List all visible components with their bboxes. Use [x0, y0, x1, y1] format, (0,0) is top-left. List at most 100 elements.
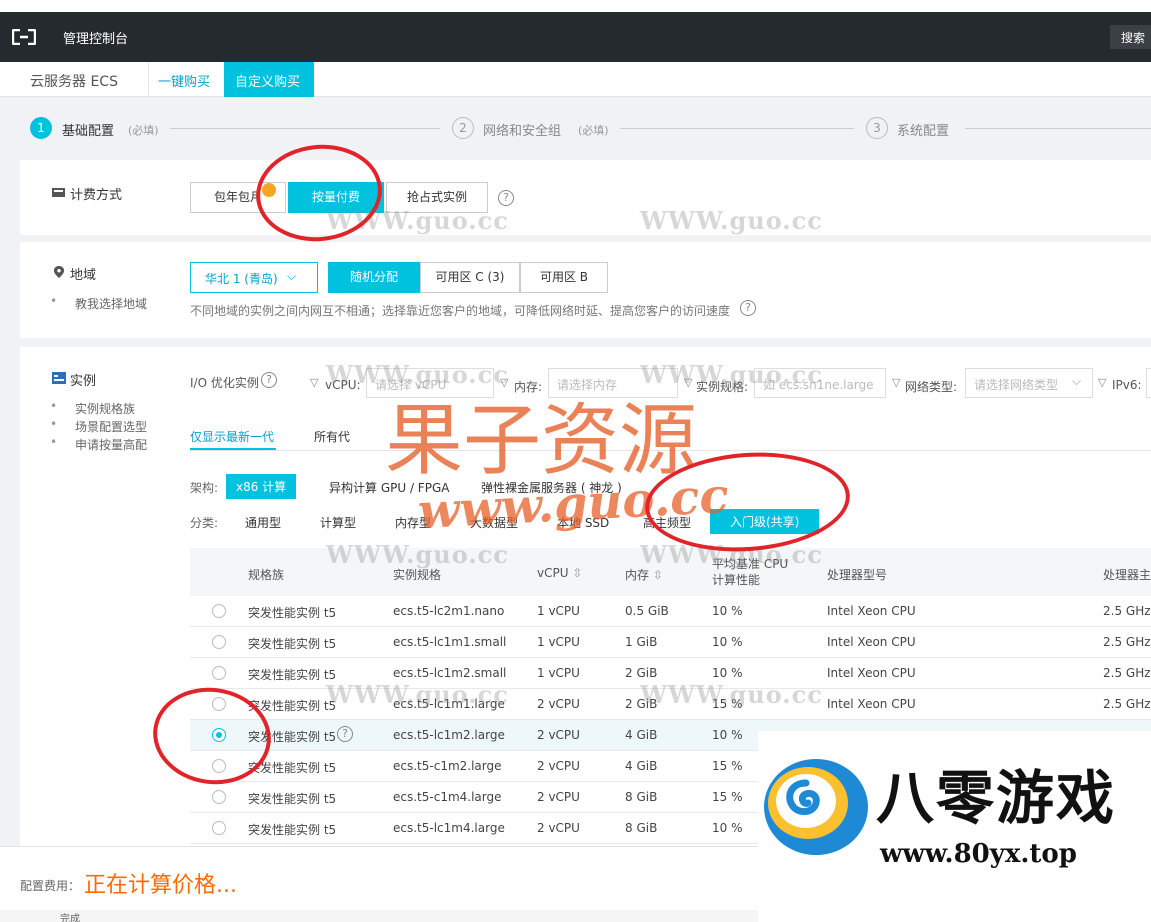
arch-label: 架构: — [190, 481, 219, 495]
cost-value: 正在计算价格... — [84, 873, 237, 898]
category-compute[interactable]: 计算型 — [320, 514, 356, 531]
zone-option-b[interactable]: 可用区 B — [520, 262, 608, 293]
bullet-dot: • — [50, 399, 58, 413]
filter-funnel-icon: ▽ — [310, 376, 319, 389]
col-processor-freq: 处理器主 — [1103, 568, 1151, 582]
io-help-icon[interactable]: ? — [261, 372, 277, 388]
top-navigation-bar: 管理控制台 搜索 — [0, 12, 1151, 62]
tab-latest-generation[interactable]: 仅显示最新一代 — [190, 428, 274, 445]
billing-icon — [52, 188, 65, 197]
cell-vcpu: 2 vCPU — [537, 697, 580, 711]
cell-performance: 15 % — [712, 790, 743, 804]
cell-memory: 8 GiB — [625, 790, 658, 804]
region-help-icon[interactable]: ? — [740, 300, 756, 316]
cell-memory: 1 GiB — [625, 635, 658, 649]
cell-spec: ecs.t5-lc2m1.nano — [393, 604, 505, 618]
network-filter-placeholder: 请选择网络类型 — [974, 378, 1059, 392]
bullet-dot: • — [50, 417, 58, 431]
step-2-label[interactable]: 网络和安全组 — [483, 120, 561, 139]
col-vcpu[interactable]: vCPU ⇳ — [537, 566, 582, 580]
watermark-url: WWW.guo.cc — [326, 540, 509, 569]
cell-family: 突发性能实例 t5 — [248, 606, 337, 620]
step-1-required: (必填) — [128, 124, 159, 137]
row-radio[interactable] — [212, 790, 226, 804]
cell-memory: 8 GiB — [625, 821, 658, 835]
ad-title: 八零游戏 — [876, 764, 1117, 832]
apply-high-spec-link[interactable]: 申请按量高配 — [75, 436, 147, 453]
cell-performance: 15 % — [712, 759, 743, 773]
io-optimized-label: I/O 优化实例 — [190, 376, 259, 390]
cell-frequency: 2.5 GHz — [1103, 697, 1151, 711]
billing-title: 计费方式 — [70, 188, 123, 203]
category-label: 分类: — [190, 516, 219, 530]
step-2-number: 2 — [452, 117, 474, 139]
arch-x86[interactable]: x86 计算 — [226, 474, 297, 499]
step-connector — [620, 128, 854, 129]
chevron-down-icon: ⌵ — [287, 269, 297, 283]
region-select[interactable]: 华北 1 (青岛) ⌵ — [190, 262, 318, 293]
cell-family: 突发性能实例 t5 — [248, 823, 337, 837]
scenario-config-link[interactable]: 场景配置选型 — [75, 418, 147, 435]
network-filter-select[interactable]: 请选择网络类型 ⌵ — [965, 368, 1093, 398]
billing-help-icon[interactable]: ? — [498, 190, 514, 206]
tab-all-generations[interactable]: 所有代 — [314, 428, 350, 445]
cell-vcpu: 2 vCPU — [537, 790, 580, 804]
cell-vcpu: 1 vCPU — [537, 604, 580, 618]
ipv6-filter-select[interactable] — [1146, 368, 1151, 398]
product-title: 云服务器 ECS — [30, 74, 118, 90]
step-3-label[interactable]: 系统配置 — [897, 120, 949, 139]
cell-processor: Intel Xeon CPU — [827, 635, 916, 649]
table-row[interactable]: 突发性能实例 t5 ecs.t5-lc1m1.small 1 vCPU 1 Gi… — [190, 627, 1151, 658]
cell-family: 突发性能实例 t5 — [248, 637, 337, 651]
table-row[interactable]: 突发性能实例 t5 ecs.t5-lc2m1.nano 1 vCPU 0.5 G… — [190, 596, 1151, 627]
zone-option-random[interactable]: 随机分配 — [328, 262, 420, 293]
category-general[interactable]: 通用型 — [245, 514, 281, 531]
console-title[interactable]: 管理控制台 — [63, 28, 128, 47]
instance-family-link[interactable]: 实例规格族 — [75, 400, 135, 417]
cell-frequency: 2.5 GHz — [1103, 635, 1151, 649]
col-memory-label: 内存 — [625, 568, 650, 582]
cell-vcpu: 2 vCPU — [537, 821, 580, 835]
cell-spec: ecs.t5-lc1m4.large — [393, 821, 505, 835]
region-title: 地域 — [70, 268, 97, 283]
aliyun-logo-icon[interactable] — [12, 29, 36, 45]
cell-spec: ecs.t5-c1m2.large — [393, 759, 502, 773]
cell-processor: Intel Xeon CPU — [827, 666, 916, 680]
ad-overlay: 八零游戏 www.80yx.top — [758, 731, 1151, 922]
cell-spec: ecs.t5-lc1m2.large — [393, 728, 505, 742]
row-radio[interactable] — [212, 821, 226, 835]
cell-vcpu: 2 vCPU — [537, 759, 580, 773]
filter-funnel-icon: ▽ — [892, 376, 901, 389]
tab-quick-buy[interactable]: 一键购买 — [148, 62, 224, 97]
cell-processor: Intel Xeon CPU — [827, 604, 916, 618]
cell-memory: 0.5 GiB — [625, 604, 669, 618]
cell-vcpu: 1 vCPU — [537, 666, 580, 680]
cell-frequency: 2.5 GHz — [1103, 604, 1151, 618]
location-pin-icon — [53, 266, 65, 278]
product-tab-bar: 云服务器 ECS 一键购买 自定义购买 — [0, 62, 1151, 97]
zone-option-c[interactable]: 可用区 C (3) — [420, 262, 520, 293]
ipv6-filter-label: IPv6: — [1112, 378, 1142, 392]
instance-title: 实例 — [70, 374, 97, 389]
cell-memory: 4 GiB — [625, 759, 658, 773]
row-radio[interactable] — [212, 666, 226, 680]
row-radio[interactable] — [212, 604, 226, 618]
watermark-url: WWW.guo.cc — [326, 680, 509, 709]
network-filter-label: 网络类型: — [905, 380, 958, 394]
search-button[interactable]: 搜索 — [1110, 25, 1151, 49]
cell-family: 突发性能实例 t5 — [248, 668, 337, 682]
cell-spec: ecs.t5-lc1m2.small — [393, 666, 507, 680]
watermark-url: WWW.guo.cc — [640, 680, 823, 709]
cell-spec: ecs.t5-lc1m1.small — [393, 635, 507, 649]
watermark-url: WWW.guo.cc — [640, 206, 823, 235]
filter-funnel-icon: ▽ — [1098, 376, 1107, 389]
ad-logo-icon — [764, 759, 868, 855]
bullet-dot: • — [50, 294, 58, 308]
cell-processor: Intel Xeon CPU — [827, 697, 916, 711]
tab-custom-buy[interactable]: 自定义购买 — [224, 62, 314, 97]
family-help-icon[interactable]: ? — [337, 726, 353, 742]
cell-frequency: 2.5 GHz — [1103, 666, 1151, 680]
ad-url: www.80yx.top — [880, 839, 1077, 869]
region-guide-link[interactable]: 教我选择地域 — [75, 295, 147, 312]
row-radio[interactable] — [212, 635, 226, 649]
